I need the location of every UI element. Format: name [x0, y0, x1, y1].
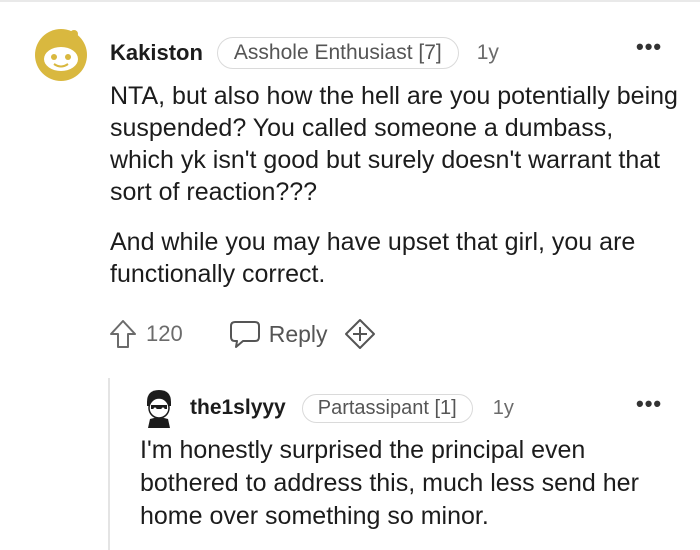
comment-paragraph: I'm honestly surprised the principal eve…: [140, 436, 639, 530]
vote-count: 120: [146, 321, 183, 346]
comment-header: Kakiston Asshole Enthusiast [7] 1y: [110, 36, 499, 70]
comment-body: NTA, but also how the hell are you poten…: [110, 80, 680, 290]
thread-line[interactable]: [108, 378, 110, 550]
username[interactable]: the1slyyy: [190, 396, 286, 420]
comment-header: the1slyyy Partassipant [1] 1y: [190, 392, 514, 424]
reply-label: Reply: [268, 320, 328, 347]
comment-age: 1y: [476, 41, 499, 64]
username[interactable]: Kakiston: [110, 40, 203, 66]
user-flair: Partassipant [1]: [301, 393, 473, 423]
comment-actions: 120 Reply: [108, 316, 376, 352]
comment-body: I'm honestly surprised the principal eve…: [140, 434, 680, 533]
comment-paragraph: And while you may have upset that girl, …: [110, 228, 636, 288]
avatar[interactable]: [32, 24, 90, 82]
more-dots-icon[interactable]: •••: [636, 36, 662, 58]
speech-bubble-icon: [229, 321, 260, 348]
more-dots-icon[interactable]: •••: [636, 393, 662, 415]
add-award-icon[interactable]: [344, 318, 376, 350]
user-flair: Asshole Enthusiast [7]: [216, 37, 459, 69]
comment-age: 1y: [492, 396, 514, 419]
avatar[interactable]: [142, 388, 176, 428]
upvote-arrow-icon[interactable]: [108, 318, 138, 350]
comment-paragraph: NTA, but also how the hell are you poten…: [110, 82, 678, 206]
reply-button[interactable]: Reply: [229, 319, 328, 349]
